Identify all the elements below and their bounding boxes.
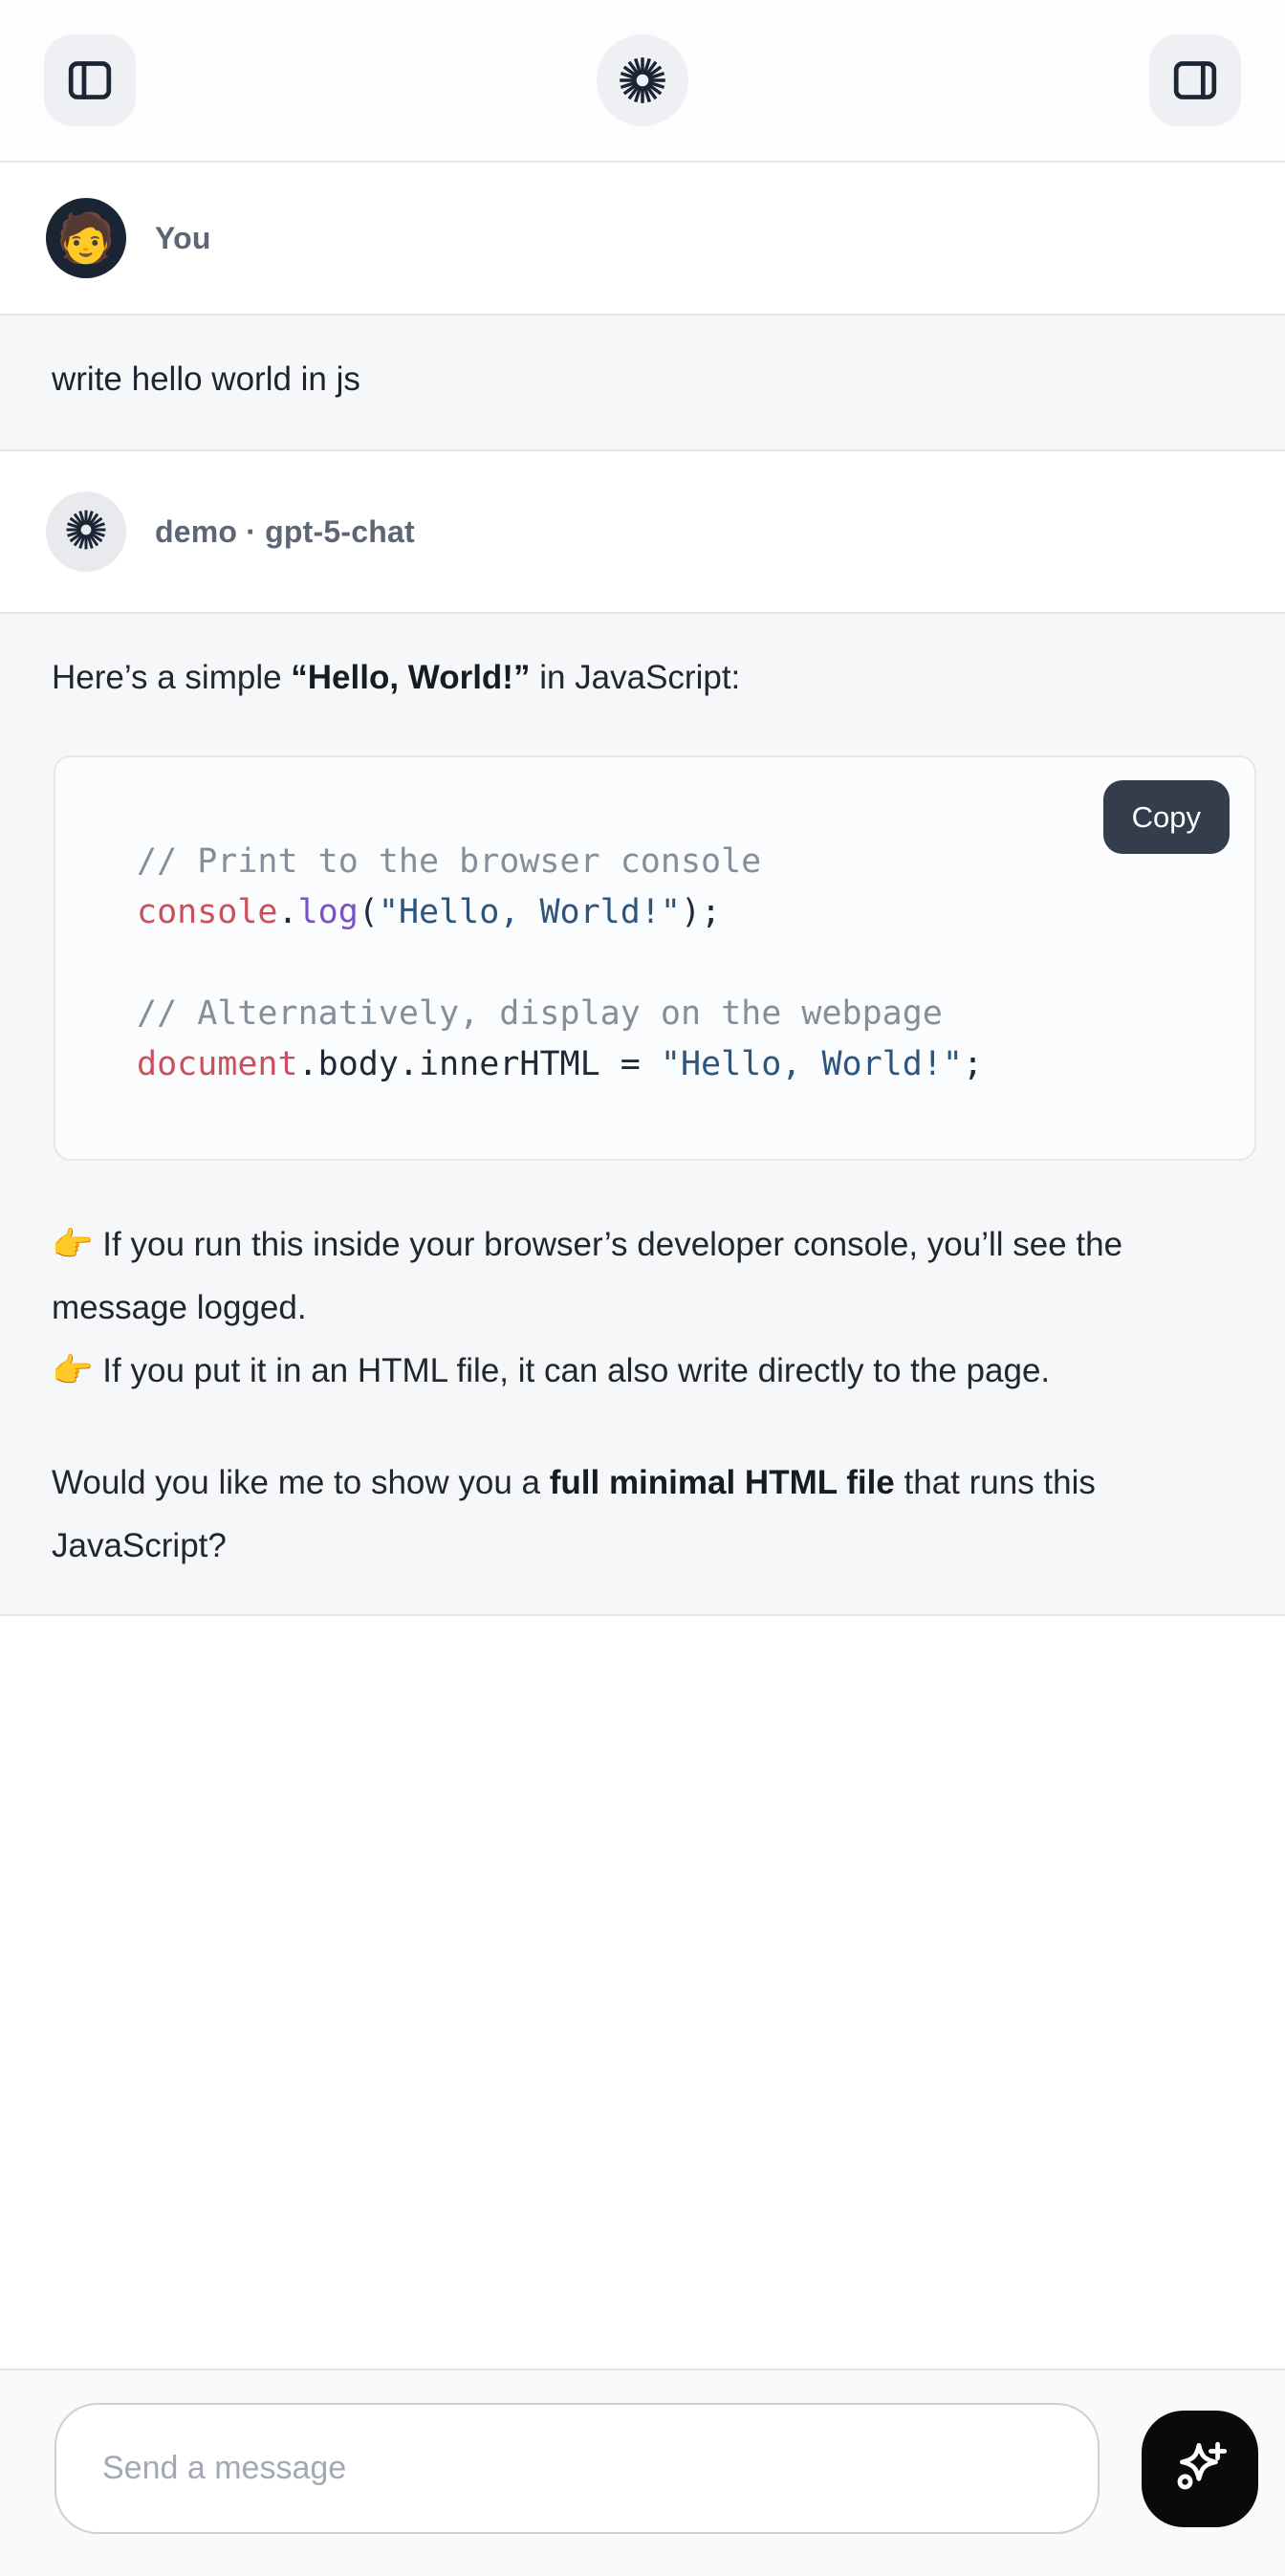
user-message-band: write hello world in js — [0, 314, 1285, 451]
assistant-avatar — [46, 491, 126, 572]
code-content: // Print to the browser consoleconsole.l… — [55, 757, 1254, 1159]
user-avatar: 🧑 — [46, 198, 126, 278]
sidebar-toggle-button[interactable] — [44, 34, 136, 126]
assistant-closing-paragraph: Would you like me to show you a full min… — [52, 1452, 1231, 1578]
code-block: Copy // Print to the browser consolecons… — [54, 755, 1256, 1161]
person-emoji: 🧑 — [56, 214, 116, 262]
empty-scroll-area — [0, 1616, 1285, 2369]
panel-right-icon — [1169, 55, 1221, 106]
copy-code-button[interactable]: Copy — [1103, 780, 1230, 854]
assistant-sender-row: demo · gpt-5-chat — [0, 451, 1285, 612]
assistant-sender-name: demo · gpt-5-chat — [155, 514, 415, 550]
top-bar — [0, 0, 1285, 163]
panel-left-icon — [64, 55, 116, 106]
assistant-message-band: Here’s a simple “Hello, World!” in JavaS… — [0, 612, 1285, 1616]
burst-logo-icon — [616, 54, 669, 107]
user-sender-row: 🧑 You — [0, 163, 1285, 314]
user-message-text: write hello world in js — [52, 350, 1233, 409]
app-logo-button[interactable] — [597, 34, 688, 126]
sparkles-icon — [1168, 2435, 1231, 2501]
composer-bar — [0, 2369, 1285, 2576]
send-button[interactable] — [1142, 2411, 1258, 2527]
message-input[interactable] — [54, 2403, 1100, 2534]
assistant-tips-paragraph: 👉 If you run this inside your browser’s … — [52, 1213, 1231, 1403]
assistant-intro-paragraph: Here’s a simple “Hello, World!” in JavaS… — [52, 646, 1231, 709]
burst-logo-icon — [63, 507, 109, 557]
right-panel-toggle-button[interactable] — [1149, 34, 1241, 126]
user-sender-name: You — [155, 221, 211, 256]
